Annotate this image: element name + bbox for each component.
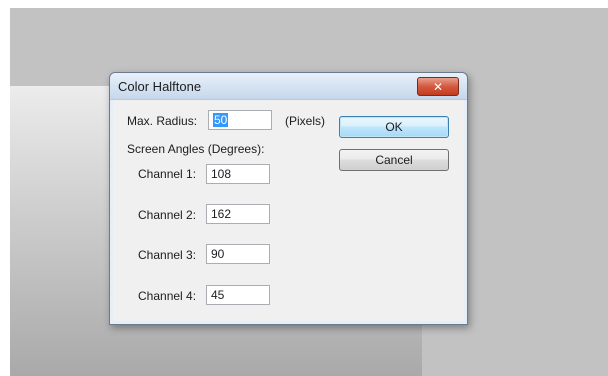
max-radius-input[interactable]: 50 <box>208 110 272 130</box>
max-radius-value: 50 <box>213 113 229 127</box>
channel-3-label: Channel 3: <box>138 248 197 262</box>
channel-1-label: Channel 1: <box>138 167 197 181</box>
channel-2-label: Channel 2: <box>138 208 197 222</box>
dialog-title: Color Halftone <box>118 79 202 94</box>
channel-4-label: Channel 4: <box>138 289 197 303</box>
max-radius-label: Max. Radius: <box>127 114 198 128</box>
max-radius-unit: (Pixels) <box>285 114 326 128</box>
dialog-body: Max. Radius: 50 (Pixels) Screen Angles (… <box>110 100 467 324</box>
color-halftone-dialog: Color Halftone ✕ Max. Radius: 50 (Pixels… <box>109 72 468 325</box>
channel-4-input[interactable]: 45 <box>206 285 270 305</box>
close-button[interactable]: ✕ <box>417 77 459 96</box>
ok-button[interactable]: OK <box>339 116 449 138</box>
channel-2-input[interactable]: 162 <box>206 204 270 224</box>
channel-3-input[interactable]: 90 <box>206 244 270 264</box>
close-icon: ✕ <box>432 79 444 94</box>
cancel-button[interactable]: Cancel <box>339 149 449 171</box>
channel-1-input[interactable]: 108 <box>206 164 270 184</box>
screen-angles-label: Screen Angles (Degrees): <box>127 142 265 156</box>
dialog-titlebar[interactable]: Color Halftone ✕ <box>110 73 467 100</box>
